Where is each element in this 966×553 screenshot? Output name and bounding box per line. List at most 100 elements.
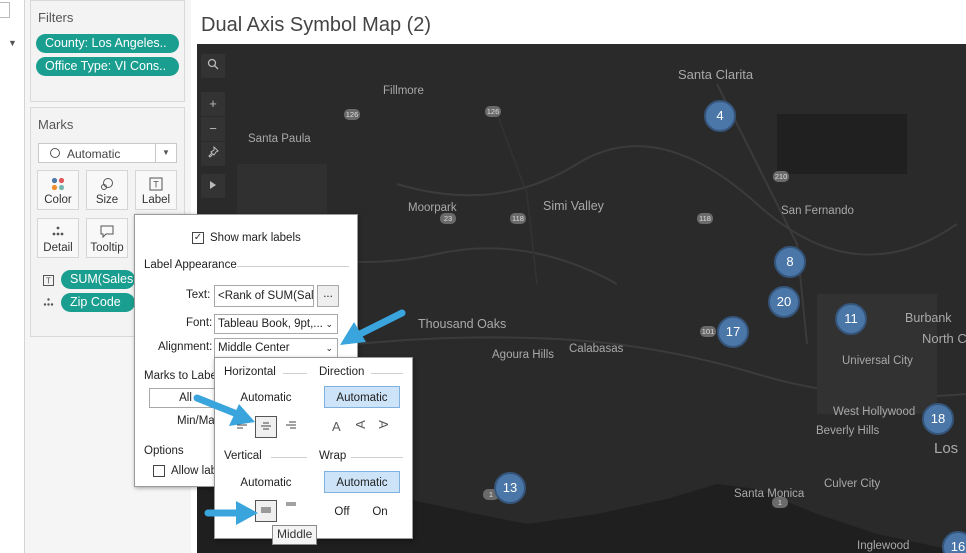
place-label: Agoura Hills	[492, 349, 554, 361]
filter-pill-county[interactable]: County: Los Angeles..	[36, 34, 179, 53]
highway-shield: 126	[344, 109, 360, 120]
filter-pill-office-type[interactable]: Office Type: VI Cons..	[36, 57, 179, 76]
direction-automatic-button[interactable]: Automatic	[324, 386, 400, 408]
label-appearance-heading: Label Appearance	[144, 259, 237, 271]
annotation-arrow-icon	[193, 394, 255, 426]
svg-text:T: T	[153, 180, 159, 190]
show-mark-labels-checkbox[interactable]: ✓	[192, 232, 204, 244]
map-bubble[interactable]: 13	[494, 472, 526, 504]
mark-type-dropdown[interactable]: Automatic ▼	[38, 143, 177, 163]
alignment-dropdown[interactable]: Middle Center ⌄	[214, 338, 338, 358]
svg-text:T: T	[46, 277, 51, 286]
direction-down-icon[interactable]: A	[376, 420, 391, 429]
detail-icon	[38, 225, 78, 239]
tooltip-button[interactable]: Tooltip	[86, 218, 128, 258]
place-label: Culver City	[824, 478, 881, 490]
marks-title: Marks	[38, 117, 74, 132]
chevron-down-icon: ⌄	[325, 343, 333, 353]
place-label: North C	[922, 331, 966, 346]
map-bubble[interactable]: 17	[717, 316, 749, 348]
section-divider	[371, 373, 403, 374]
place-label: Santa Monica	[734, 488, 805, 500]
expand-toolbar-icon[interactable]	[201, 174, 225, 198]
place-label: Inglewood	[857, 540, 910, 552]
highway-shield: 23	[440, 213, 456, 224]
chevron-down-icon[interactable]: ▼	[155, 143, 176, 163]
map-bubble[interactable]: 8	[774, 246, 806, 278]
zoom-out-icon[interactable]: −	[201, 117, 225, 141]
filters-shelf: Filters County: Los Angeles.. Office Typ…	[30, 0, 185, 102]
detail-button[interactable]: Detail	[37, 218, 79, 258]
wrap-off-button[interactable]: Off	[331, 501, 353, 523]
chevron-down-icon[interactable]: ▼	[8, 38, 17, 48]
font-dropdown[interactable]: Tableau Book, 9pt,... ⌄	[214, 314, 338, 334]
size-button[interactable]: Size	[86, 170, 128, 210]
highway-shield: 118	[510, 213, 526, 224]
label-button[interactable]: T Label	[135, 170, 177, 210]
tooltip-icon	[87, 225, 127, 239]
view-title: Dual Axis Symbol Map (2)	[201, 14, 432, 36]
mark-type-label: Automatic	[67, 147, 121, 161]
text-field[interactable]: <Rank of SUM(Sale	[214, 285, 314, 307]
allow-labels-checkbox[interactable]	[153, 465, 165, 477]
wrap-on-button[interactable]: On	[369, 501, 391, 523]
left-panel-edge: ▼	[0, 0, 25, 553]
allow-labels-label: Allow lab	[171, 465, 218, 477]
color-icon	[38, 177, 78, 191]
direction-horizontal-icon[interactable]: A	[332, 419, 341, 434]
highway-shield: 1	[772, 497, 788, 508]
filters-title: Filters	[38, 10, 74, 25]
detail-field-icon	[43, 297, 54, 310]
text-field-icon: T	[43, 275, 54, 288]
annotation-arrow-icon	[204, 501, 258, 525]
map-bubble[interactable]: 11	[835, 303, 867, 335]
map-bubble[interactable]: 20	[768, 286, 800, 318]
hover-tooltip: Middle	[272, 525, 318, 545]
align-right-icon[interactable]	[280, 416, 302, 438]
text-edit-button[interactable]: ...	[317, 285, 339, 307]
section-divider	[237, 266, 349, 267]
tooltip-button-label: Tooltip	[90, 242, 124, 254]
label-button-label: Label	[141, 194, 171, 206]
wrap-heading: Wrap	[319, 450, 347, 462]
wrap-automatic-button[interactable]: Automatic	[324, 471, 400, 493]
field-pill-sales[interactable]: SUM(Sales	[61, 270, 135, 289]
direction-up-icon[interactable]: A	[353, 420, 368, 429]
size-button-label: Size	[95, 194, 119, 206]
place-label: Fillmore	[383, 85, 424, 97]
circle-mark-icon	[50, 148, 60, 158]
vertical-automatic-button[interactable]: Automatic	[231, 472, 301, 494]
place-label: West Hollywood	[833, 406, 916, 418]
zoom-in-icon[interactable]: +	[201, 92, 225, 116]
section-divider	[351, 457, 403, 458]
label-icon: T	[136, 177, 176, 191]
place-label: Santa Clarita	[678, 67, 754, 82]
color-button[interactable]: Color	[37, 170, 79, 210]
map-search-icon[interactable]	[201, 54, 225, 78]
color-button-label: Color	[44, 194, 72, 206]
field-pill-zip-code[interactable]: Zip Code	[61, 293, 135, 312]
detail-button-label: Detail	[43, 242, 73, 254]
map-bubble[interactable]: 18	[922, 403, 954, 435]
place-label: Calabasas	[569, 343, 624, 355]
chevron-down-icon: ⌄	[325, 319, 333, 329]
place-label: Simi Valley	[543, 199, 604, 213]
highway-shield: 210	[773, 171, 789, 182]
search-box-stub[interactable]	[0, 2, 10, 18]
place-label: Universal City	[842, 355, 913, 367]
place-label: San Fernando	[781, 205, 854, 217]
vertical-heading: Vertical	[224, 450, 262, 462]
valign-top-icon[interactable]	[280, 497, 302, 519]
horizontal-heading: Horizontal	[224, 366, 276, 378]
map-bubble[interactable]: 4	[704, 100, 736, 132]
section-divider	[283, 373, 307, 374]
font-value: Tableau Book, 9pt,...	[218, 318, 323, 330]
place-label: Santa Paula	[248, 133, 311, 145]
alignment-label: Alignment:	[158, 341, 213, 353]
text-label: Text:	[186, 289, 211, 301]
place-label: Los	[934, 440, 959, 457]
place-label: Burbank	[905, 311, 952, 325]
pin-icon[interactable]	[201, 142, 225, 166]
highway-shield: 101	[700, 326, 716, 337]
size-icon	[87, 177, 127, 191]
